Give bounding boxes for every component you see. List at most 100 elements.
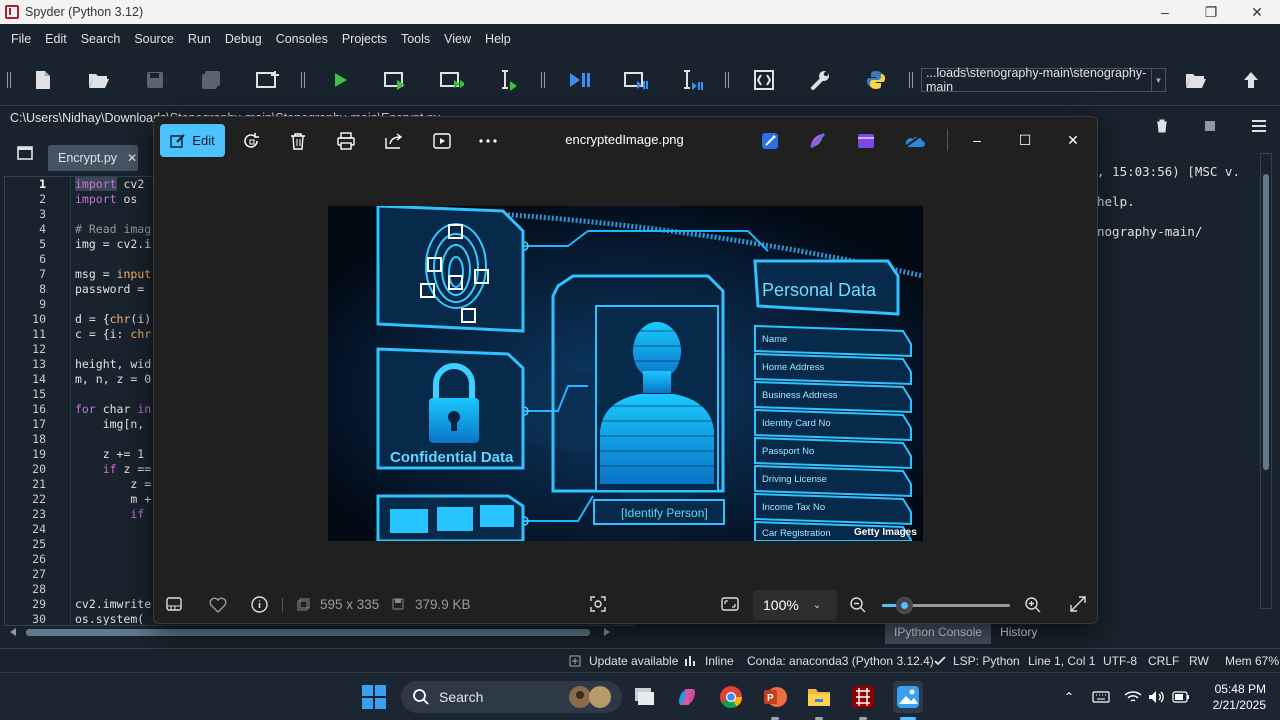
run-cell-icon[interactable] (384, 68, 408, 92)
status-lsp[interactable]: LSP: Python (953, 654, 1020, 668)
scrollbar-thumb[interactable] (1263, 174, 1269, 470)
show-hidden-icons-icon[interactable]: ⌃ (1059, 687, 1079, 707)
menu-file[interactable]: File (4, 32, 38, 46)
favorite-heart-icon[interactable] (209, 597, 227, 613)
browse-tabs-icon[interactable] (17, 146, 33, 163)
toolbar-separator (301, 72, 305, 88)
run-cell-advance-icon[interactable] (440, 68, 464, 92)
designer-icon[interactable] (758, 129, 782, 153)
zoom-slider-thumb[interactable] (895, 597, 913, 614)
menu-source[interactable]: Source (127, 32, 181, 46)
chrome-icon[interactable] (717, 683, 745, 711)
scrollbar-thumb[interactable] (26, 629, 590, 636)
taskbar-clock[interactable]: 05:48 PM 2/21/2025 (1196, 681, 1266, 713)
console-vertical-scrollbar[interactable] (1260, 153, 1272, 609)
debug-selection-icon[interactable] (680, 68, 704, 92)
scroll-left-icon[interactable] (10, 628, 16, 636)
tab-encrypt-py[interactable]: Encrypt.py ✕ (48, 145, 138, 171)
console-output[interactable]: , 15:03:56) [MSC v. help. nography-main/ (1097, 157, 1240, 247)
run-selection-icon[interactable] (496, 68, 520, 92)
delete-icon[interactable] (286, 129, 310, 153)
print-icon[interactable] (334, 129, 358, 153)
new-cell-icon[interactable] (256, 68, 280, 92)
menu-projects[interactable]: Projects (335, 32, 394, 46)
filmstrip-icon[interactable] (166, 597, 182, 611)
displayed-image[interactable]: Confidential Data [Identify Person] Pers… (328, 206, 923, 541)
menu-help[interactable]: Help (478, 32, 518, 46)
chevron-down-icon[interactable]: ▼ (1151, 69, 1165, 91)
close-tab-icon[interactable]: ✕ (127, 151, 137, 165)
status-memory: Mem 67% (1225, 654, 1280, 668)
hamburger-menu-icon[interactable] (1252, 120, 1266, 132)
paint-icon[interactable] (806, 129, 830, 153)
maximize-pane-icon[interactable] (752, 68, 776, 92)
visual-search-icon[interactable] (590, 596, 606, 612)
slideshow-icon[interactable] (430, 129, 454, 153)
browse-directory-icon[interactable] (1184, 68, 1208, 92)
run-icon[interactable] (328, 68, 352, 92)
menu-debug[interactable]: Debug (218, 32, 269, 46)
menu-search[interactable]: Search (74, 32, 128, 46)
menu-run[interactable]: Run (181, 32, 218, 46)
menu-tools[interactable]: Tools (394, 32, 437, 46)
photos-taskbar-icon[interactable] (893, 681, 923, 713)
new-file-icon[interactable] (31, 68, 55, 92)
menu-edit[interactable]: Edit (38, 32, 74, 46)
zoom-slider[interactable] (882, 597, 1010, 614)
line-number: 27 (32, 567, 46, 581)
python-path-icon[interactable] (864, 68, 888, 92)
status-inline[interactable]: Inline (705, 654, 734, 668)
debug-cell-icon[interactable] (624, 68, 648, 92)
onedrive-icon[interactable] (902, 129, 926, 153)
photos-maximize-button[interactable]: ☐ (1010, 127, 1040, 153)
copilot-icon[interactable] (673, 683, 701, 711)
fullscreen-icon[interactable] (1070, 596, 1086, 612)
debug-icon[interactable] (568, 68, 592, 92)
stop-icon[interactable] (1205, 121, 1215, 131)
line-number: 26 (32, 552, 46, 566)
clipchamp-icon[interactable] (854, 129, 878, 153)
volume-icon[interactable] (1147, 687, 1167, 707)
parent-directory-icon[interactable] (1239, 68, 1263, 92)
trash-icon[interactable] (1156, 119, 1168, 133)
task-view-icon[interactable] (630, 683, 658, 711)
zoom-in-icon[interactable] (1025, 597, 1041, 613)
start-button[interactable] (362, 685, 386, 709)
maximize-button[interactable]: ❐ (1188, 0, 1234, 24)
save-file-icon[interactable] (143, 68, 167, 92)
minimize-button[interactable]: – (1142, 0, 1188, 24)
menu-consoles[interactable]: Consoles (269, 32, 335, 46)
rotate-icon[interactable] (240, 129, 264, 153)
share-icon[interactable] (382, 129, 406, 153)
battery-icon[interactable] (1171, 687, 1191, 707)
toolbar-handle[interactable] (7, 72, 11, 88)
wifi-icon[interactable] (1123, 687, 1143, 707)
line-number: 29 (32, 597, 46, 611)
keyboard-icon[interactable] (1091, 687, 1111, 707)
zoom-out-icon[interactable] (850, 597, 866, 613)
edit-button[interactable]: Edit (160, 124, 225, 157)
info-icon[interactable] (251, 596, 268, 613)
close-button[interactable]: ✕ (1234, 0, 1280, 24)
file-explorer-icon[interactable] (805, 683, 833, 711)
status-conda[interactable]: Conda: anaconda3 (Python 3.12.4) (747, 654, 934, 668)
taskbar-search[interactable]: Search (401, 681, 622, 713)
menu-view[interactable]: View (437, 32, 478, 46)
preferences-icon[interactable] (808, 68, 832, 92)
photos-minimize-button[interactable]: – (962, 127, 992, 153)
status-update[interactable]: Update available (589, 654, 678, 668)
editor-horizontal-scrollbar[interactable] (4, 626, 634, 638)
working-directory-combo[interactable]: ...loads\stenography-main\stenography-ma… (921, 66, 1166, 94)
line-number: 13 (32, 357, 46, 371)
spyder-taskbar-icon[interactable] (849, 683, 877, 711)
tab-history[interactable]: History (991, 622, 1046, 644)
tab-ipython-console[interactable]: IPython Console (885, 622, 992, 644)
open-file-icon[interactable] (87, 68, 111, 92)
zoom-level-dropdown[interactable]: 100% ⌄ (753, 590, 837, 620)
photos-close-button[interactable]: ✕ (1058, 127, 1088, 153)
more-options-icon[interactable] (476, 129, 500, 153)
scroll-right-icon[interactable] (604, 628, 610, 636)
powerpoint-icon[interactable]: P (761, 683, 789, 711)
save-all-icon[interactable] (199, 68, 223, 92)
fit-to-window-icon[interactable] (721, 597, 739, 611)
